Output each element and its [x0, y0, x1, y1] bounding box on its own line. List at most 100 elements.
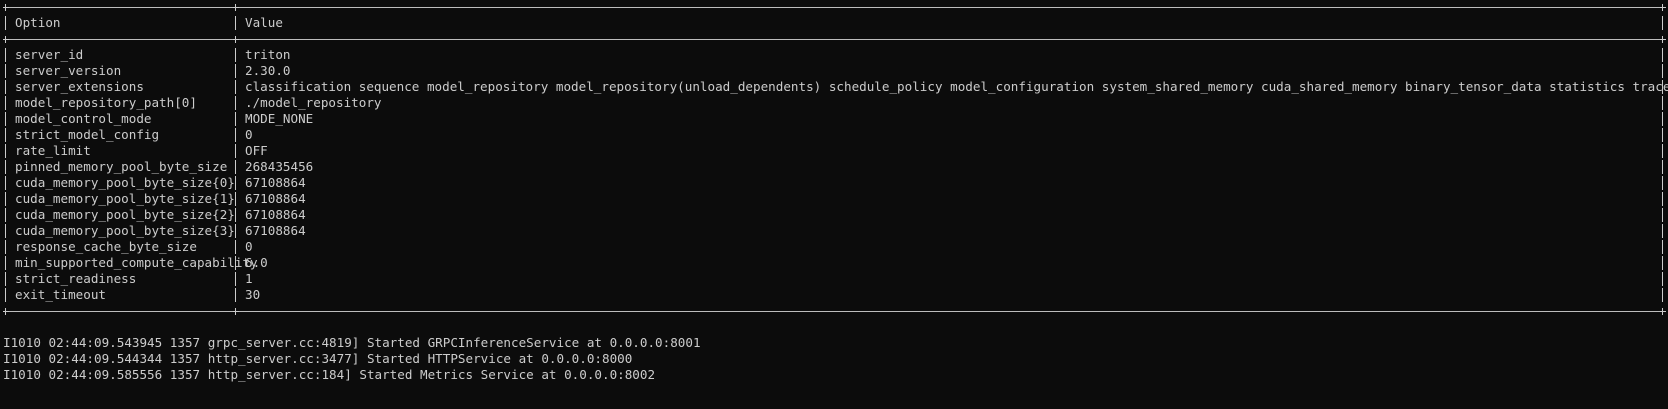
option-name: cuda_memory_pool_byte_size{1}: [15, 191, 235, 206]
table-edge: [1662, 208, 1663, 222]
table-edge: [5, 192, 6, 206]
log-line: I1010 02:44:09.544344 1357 http_server.c…: [3, 351, 633, 366]
table-edge: [235, 208, 236, 222]
table-edge: [1662, 288, 1663, 302]
table-edge: [1662, 176, 1663, 190]
option-value: 268435456: [245, 159, 314, 174]
table-edge: [5, 208, 6, 222]
table-edge: [235, 160, 236, 174]
option-name: strict_model_config: [15, 127, 160, 142]
option-name: exit_timeout: [15, 287, 106, 302]
table-edge: [1662, 192, 1663, 206]
table-edge: [1662, 96, 1663, 110]
table-edge: [1662, 128, 1663, 142]
table-edge: [235, 272, 236, 286]
option-name: strict_readiness: [15, 271, 137, 286]
option-value: ./model_repository: [245, 95, 382, 110]
table-edge: [5, 112, 6, 126]
table-edge: [5, 64, 6, 78]
option-name: min_supported_compute_capability: [15, 255, 258, 270]
table-corner: [1660, 36, 1666, 43]
table-corner: [1660, 308, 1666, 315]
table-edge: [5, 48, 6, 62]
table-edge: [235, 96, 236, 110]
option-name: server_version: [15, 63, 122, 78]
option-value: 1: [245, 271, 253, 286]
log-line: I1010 02:44:09.543945 1357 grpc_server.c…: [3, 335, 701, 350]
table-corner: [1660, 4, 1666, 11]
table-edge: [1662, 272, 1663, 286]
option-name: model_control_mode: [15, 111, 152, 126]
table-edge: [1662, 112, 1663, 126]
table-edge: [5, 176, 6, 190]
table-edge: [5, 128, 6, 142]
table-edge: [235, 112, 236, 126]
table-corner: [3, 4, 9, 11]
option-name: response_cache_byte_size: [15, 239, 197, 254]
table-edge: [235, 80, 236, 94]
table-edge: [1662, 160, 1663, 174]
table-edge: [5, 288, 6, 302]
table-edge: [1662, 240, 1663, 254]
option-name: pinned_memory_pool_byte_size: [15, 159, 228, 174]
header-value: Value: [245, 15, 283, 30]
option-value: 67108864: [245, 223, 306, 238]
table-corner: [233, 4, 239, 11]
table-edge: [5, 80, 6, 94]
option-name: rate_limit: [15, 143, 91, 158]
table-edge: [1662, 48, 1663, 62]
table-border-header: [6, 39, 1666, 40]
table-edge: [1662, 64, 1663, 78]
table-border-top: [6, 7, 1666, 8]
table-edge: [5, 16, 6, 30]
option-value: 67108864: [245, 207, 306, 222]
option-value: 30: [245, 287, 261, 302]
table-edge: [235, 224, 236, 238]
option-name: cuda_memory_pool_byte_size{2}: [15, 207, 235, 222]
table-edge: [235, 128, 236, 142]
table-edge: [5, 224, 6, 238]
table-edge: [5, 272, 6, 286]
terminal-window: Option Value server_id triton server_versi…: [3, 0, 1668, 409]
table-edge: [235, 288, 236, 302]
table-corner: [233, 36, 239, 43]
table-edge: [235, 256, 236, 270]
option-value: 67108864: [245, 191, 306, 206]
option-value: 0: [245, 127, 253, 142]
option-name: server_id: [15, 47, 84, 62]
table-corner: [3, 36, 9, 43]
log-line: I1010 02:44:09.585556 1357 http_server.c…: [3, 367, 656, 382]
table-edge: [5, 96, 6, 110]
option-value: triton: [245, 47, 291, 62]
table-border-bottom: [6, 311, 1666, 312]
table-edge: [1662, 16, 1663, 30]
table-edge: [235, 192, 236, 206]
table-edge: [235, 240, 236, 254]
option-name: cuda_memory_pool_byte_size{0}: [15, 175, 235, 190]
table-edge: [5, 160, 6, 174]
table-edge: [5, 256, 6, 270]
option-name: cuda_memory_pool_byte_size{3}: [15, 223, 235, 238]
option-value: 6.0: [245, 255, 268, 270]
option-name: model_repository_path[0]: [15, 95, 197, 110]
table-edge: [1662, 224, 1663, 238]
option-value: 67108864: [245, 175, 306, 190]
table-edge: [5, 144, 6, 158]
option-value: 0: [245, 239, 253, 254]
table-edge: [235, 144, 236, 158]
table-edge: [235, 64, 236, 78]
table-edge: [1662, 256, 1663, 270]
table-edge: [235, 176, 236, 190]
table-corner: [233, 308, 239, 315]
table-edge: [235, 48, 236, 62]
option-name: server_extensions: [15, 79, 144, 94]
table-edge: [5, 240, 6, 254]
option-value: MODE_NONE: [245, 111, 314, 126]
option-value: classification sequence model_repository…: [245, 79, 1668, 94]
table-edge: [1662, 144, 1663, 158]
option-value: 2.30.0: [245, 63, 291, 78]
header-option: Option: [15, 15, 61, 30]
option-value: OFF: [245, 143, 268, 158]
table-edge: [235, 16, 236, 30]
table-corner: [3, 308, 9, 315]
